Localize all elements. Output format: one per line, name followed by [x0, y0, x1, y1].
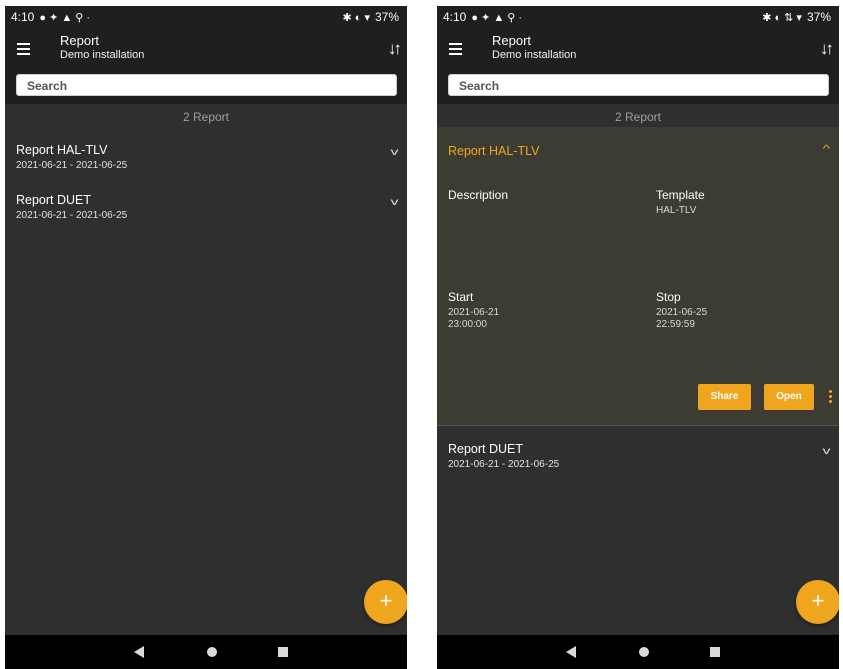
stop-label: Stop	[656, 290, 681, 304]
list-item-dates: 2021-06-21 - 2021-06-25	[16, 210, 128, 221]
add-button[interactable]: +	[796, 580, 839, 624]
list-item-title: Report DUET	[16, 193, 92, 207]
page-subtitle: Demo installation	[60, 49, 145, 61]
start-label: Start	[448, 290, 474, 304]
search-bar: Search	[437, 70, 839, 104]
page-title: Report	[492, 33, 532, 48]
recents-icon[interactable]	[710, 647, 720, 657]
open-button[interactable]: Open	[764, 384, 814, 410]
more-vert-icon[interactable]	[829, 390, 832, 405]
start-date: 2021-06-21	[448, 307, 500, 318]
search-input[interactable]: Search	[16, 74, 397, 96]
status-bar: 4:10 ● ✦ ▲ ⚲ · ✱ ◐ ⇅ ▾ 37%	[437, 6, 839, 30]
list-item-dates: 2021-06-21 - 2021-06-25	[448, 459, 560, 470]
start-time: 23:00:00	[448, 319, 487, 330]
template-value: HAL-TLV	[656, 205, 697, 216]
search-input[interactable]: Search	[448, 74, 829, 96]
list-item[interactable]: Report DUET 2021-06-21 - 2021-06-25 v	[5, 186, 407, 228]
home-icon[interactable]	[207, 647, 217, 657]
stop-time: 22:59:59	[656, 319, 695, 330]
list-item[interactable]: Report HAL-TLV 2021-06-21 - 2021-06-25 v	[5, 136, 407, 178]
description-label: Description	[448, 188, 509, 202]
battery-level: 37%	[374, 10, 399, 24]
back-icon[interactable]	[134, 646, 144, 658]
system-nav-bar	[437, 635, 839, 669]
battery-level: 37%	[806, 10, 831, 24]
page-title: Report	[60, 33, 100, 48]
app-bar: Report Demo installation ↓↑	[5, 30, 407, 70]
recents-icon[interactable]	[278, 647, 288, 657]
add-button[interactable]: +	[364, 580, 407, 624]
home-icon[interactable]	[639, 647, 649, 657]
list-item-dates: 2021-06-21 - 2021-06-25	[16, 160, 128, 171]
back-icon[interactable]	[566, 646, 576, 658]
system-icons: ✱ ◐ ▾	[342, 11, 370, 24]
report-title[interactable]: Report HAL-TLV	[448, 144, 539, 158]
status-bar: 4:10 ● ✦ ▲ ⚲ · ✱ ◐ ▾ 37%	[5, 6, 407, 30]
list-item-title: Report DUET	[448, 442, 524, 456]
system-icons: ✱ ◐ ⇅ ▾	[762, 11, 802, 24]
menu-icon[interactable]	[17, 43, 30, 55]
search-bar: Search	[5, 70, 407, 104]
list-item[interactable]: Report DUET 2021-06-21 - 2021-06-25 v	[437, 435, 839, 477]
status-time: 4:10	[11, 10, 35, 24]
menu-icon[interactable]	[449, 43, 462, 55]
stop-date: 2021-06-25	[656, 307, 708, 318]
sort-icon[interactable]: ↓↑	[820, 39, 834, 59]
system-nav-bar	[5, 635, 407, 669]
notification-icons: ● ✦ ▲ ⚲ ·	[471, 11, 523, 24]
phone-screen-left: 4:10 ● ✦ ▲ ⚲ · ✱ ◐ ▾ 37% Report Demo ins…	[5, 6, 407, 669]
page-subtitle: Demo installation	[492, 49, 577, 61]
chevron-down-icon[interactable]: v	[391, 197, 399, 208]
result-count: 2 Report	[182, 110, 230, 124]
chevron-down-icon[interactable]: v	[823, 446, 831, 457]
sort-icon[interactable]: ↓↑	[388, 39, 402, 59]
notification-icons: ● ✦ ▲ ⚲ ·	[39, 11, 91, 24]
app-bar: Report Demo installation ↓↑	[437, 30, 839, 70]
expanded-report-card: Report HAL-TLV ^ Description Template HA…	[437, 127, 839, 426]
chevron-down-icon[interactable]: v	[391, 147, 399, 158]
result-count: 2 Report	[614, 110, 662, 124]
share-button[interactable]: Share	[698, 384, 751, 410]
phone-screen-right: 4:10 ● ✦ ▲ ⚲ · ✱ ◐ ⇅ ▾ 37% Report Demo i…	[437, 6, 839, 669]
list-item-title: Report HAL-TLV	[16, 143, 108, 157]
chevron-up-icon[interactable]: ^	[823, 144, 831, 155]
template-label: Template	[656, 188, 705, 202]
status-time: 4:10	[443, 10, 467, 24]
